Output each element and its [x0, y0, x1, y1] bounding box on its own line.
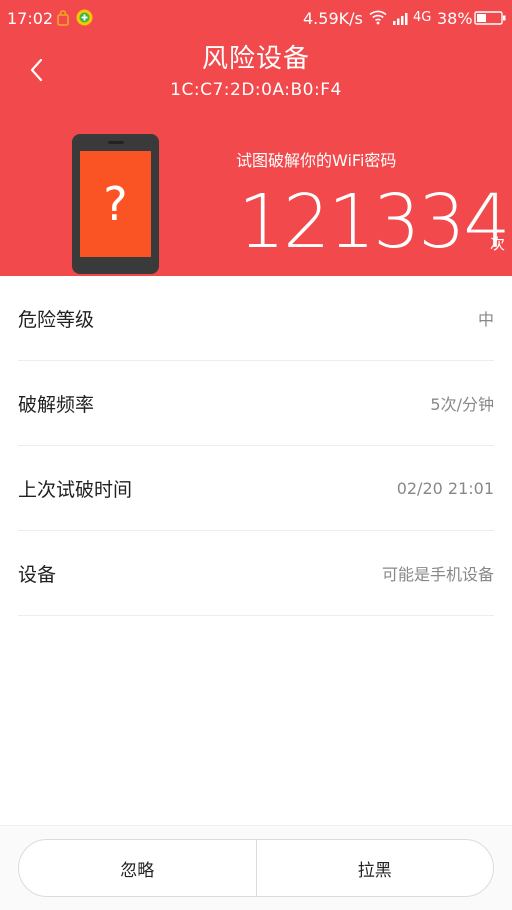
action-footer: 忽略 拉黑	[0, 825, 512, 910]
net-speed: 4.59K/s	[303, 9, 363, 28]
network-type: 4G	[413, 10, 432, 25]
last-attempt-value: 02/20 21:01	[396, 478, 494, 498]
crack-frequency-value: 5次/分钟	[430, 395, 494, 414]
device-type-value: 可能是手机设备	[381, 565, 494, 584]
add-app-icon	[76, 9, 93, 26]
battery-icon	[474, 11, 506, 25]
status-time: 17:02	[7, 9, 54, 28]
page-title: 风险设备	[201, 44, 310, 74]
phone-speaker	[108, 141, 124, 144]
risk-level-row: 危险等级 中	[18, 276, 494, 361]
app-notification-icon	[57, 10, 69, 26]
attempt-unit: 次	[490, 235, 506, 253]
status-bar: 17:02 4.59K/s 4G 38%	[0, 0, 512, 36]
crack-frequency-row: 破解频率 5次/分钟	[18, 361, 494, 446]
action-button-group: 忽略 拉黑	[18, 839, 494, 897]
question-mark-icon: ?	[103, 177, 128, 231]
battery-percent: 38%	[437, 9, 473, 28]
crack-frequency-label: 破解频率	[18, 393, 95, 416]
last-attempt-row: 上次试破时间 02/20 21:01	[18, 446, 494, 531]
block-button[interactable]: 拉黑	[257, 840, 494, 896]
mac-address: 1C:C7:2D:0A:B0:F4	[170, 80, 342, 100]
risk-level-label: 危险等级	[18, 308, 95, 331]
device-type-row: 设备 可能是手机设备	[18, 531, 494, 616]
attempt-label: 试图破解你的WiFi密码	[236, 151, 397, 170]
phone-screen: ?	[80, 151, 151, 257]
device-header: 17:02 4.59K/s 4G 38% 风险设备 1C:C7:2D:0A:B0…	[0, 0, 512, 276]
wifi-icon	[369, 10, 387, 25]
unknown-phone-icon: ?	[72, 134, 159, 274]
attempt-count: 121334	[238, 179, 510, 265]
signal-icon	[393, 13, 408, 25]
risk-level-value: 中	[477, 310, 494, 329]
device-type-label: 设备	[18, 563, 57, 586]
device-info-list: 危险等级 中 破解频率 5次/分钟 上次试破时间 02/20 21:01 设备 …	[18, 276, 494, 616]
ignore-button[interactable]: 忽略	[19, 840, 256, 896]
last-attempt-label: 上次试破时间	[18, 478, 133, 501]
